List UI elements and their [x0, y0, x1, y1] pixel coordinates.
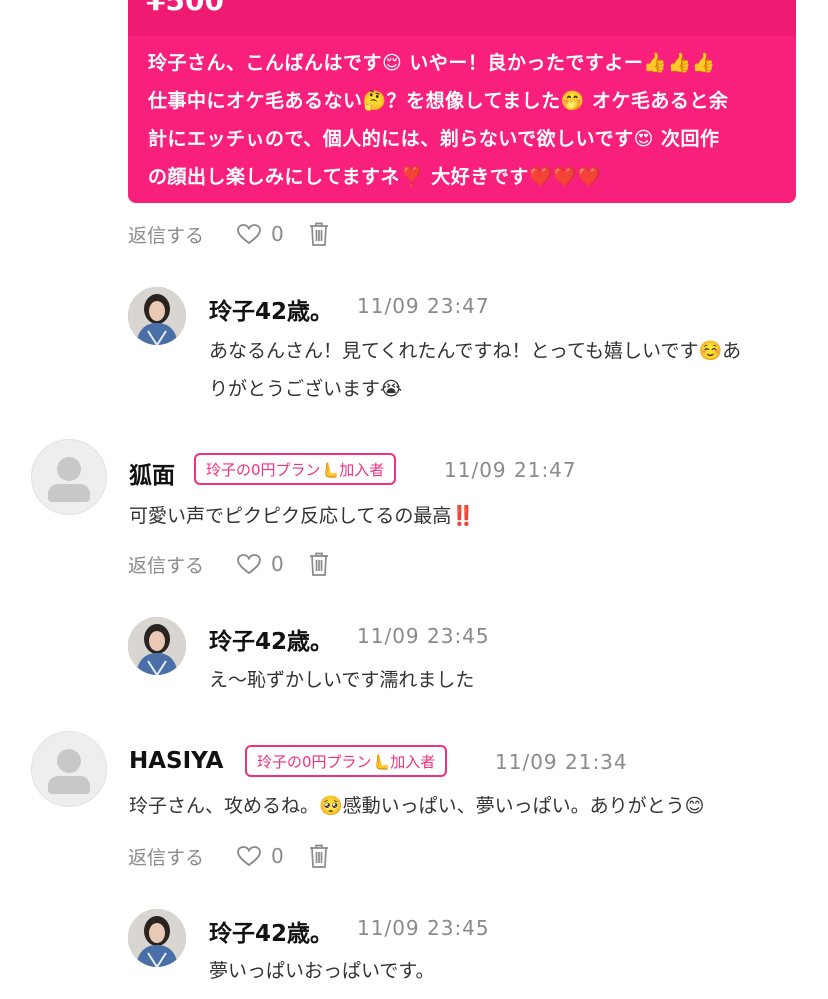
comment-author[interactable]: 玲子42歳。: [209, 622, 333, 656]
comment-text: あなるんさん！見てくれたんですね！とっても嬉しいです☺️あ りがとうございます😭: [209, 340, 742, 400]
like-button[interactable]: 0: [236, 222, 284, 246]
comment-time: 11/09 21:47: [444, 458, 577, 482]
comment-author[interactable]: 玲子42歳。: [209, 914, 333, 948]
heart-icon: [237, 224, 261, 245]
comment-time: 11/09 21:34: [495, 750, 628, 774]
trash-icon[interactable]: [308, 843, 330, 869]
comment-time: 11/09 23:45: [357, 624, 490, 648]
paid-comment-header: [128, 0, 796, 36]
trash-icon[interactable]: [308, 551, 330, 577]
comment-author[interactable]: 狐面: [129, 456, 175, 490]
avatar[interactable]: [128, 617, 186, 675]
comment-time: 11/09 23:47: [357, 294, 490, 318]
avatar[interactable]: [31, 731, 107, 807]
avatar-photo: [128, 287, 186, 345]
comment-actions: 返信する 0: [128, 549, 330, 579]
avatar[interactable]: [31, 439, 107, 515]
like-button[interactable]: 0: [236, 552, 284, 576]
comment-author[interactable]: 玲子42歳。: [209, 292, 333, 326]
trash-icon[interactable]: [308, 221, 330, 247]
avatar-photo: [128, 617, 186, 675]
avatar-photo: [128, 909, 186, 967]
heart-icon: [237, 846, 261, 867]
heart-icon: [237, 554, 261, 575]
like-count: 0: [271, 222, 284, 246]
reply-button[interactable]: 返信する: [128, 843, 204, 870]
comment-actions: 返信する 0: [128, 219, 330, 249]
comment-author[interactable]: HASIYA: [129, 748, 223, 774]
avatar[interactable]: [128, 287, 186, 345]
comment-text: え〜恥ずかしいです濡れました: [209, 669, 475, 691]
reply-button[interactable]: 返信する: [128, 221, 204, 248]
comment-time: 11/09 23:45: [357, 916, 490, 940]
comment-text: 可愛い声でピクピク反応してるの最高‼️: [129, 505, 476, 527]
paid-comment-text: 玲子さん、こんばんはです😌 いやー！良かったですよー👍👍👍 仕事中にオケ毛あるな…: [148, 52, 729, 188]
like-count: 0: [271, 844, 284, 868]
status-badge: 玲子の0円プラン🫷加入者: [245, 745, 448, 777]
status-badge: 玲子の0円プラン🫷加入者: [194, 453, 397, 485]
reply-button[interactable]: 返信する: [128, 551, 204, 578]
like-count: 0: [271, 552, 284, 576]
avatar[interactable]: [128, 909, 186, 967]
like-button[interactable]: 0: [236, 844, 284, 868]
comment-actions: 返信する 0: [128, 841, 330, 871]
comment-text: 玲子さん、攻めるね。🥺感動いっぱい、夢いっぱい。ありがとう😊: [129, 795, 705, 817]
paid-comment-card: ¥500 玲子さん、こんばんはです😌 いやー！良かったですよー👍👍👍 仕事中にオ…: [128, 0, 796, 203]
comment-text: 夢いっぱいおっぱいです。: [209, 960, 435, 982]
paid-amount: ¥500: [146, 0, 224, 17]
